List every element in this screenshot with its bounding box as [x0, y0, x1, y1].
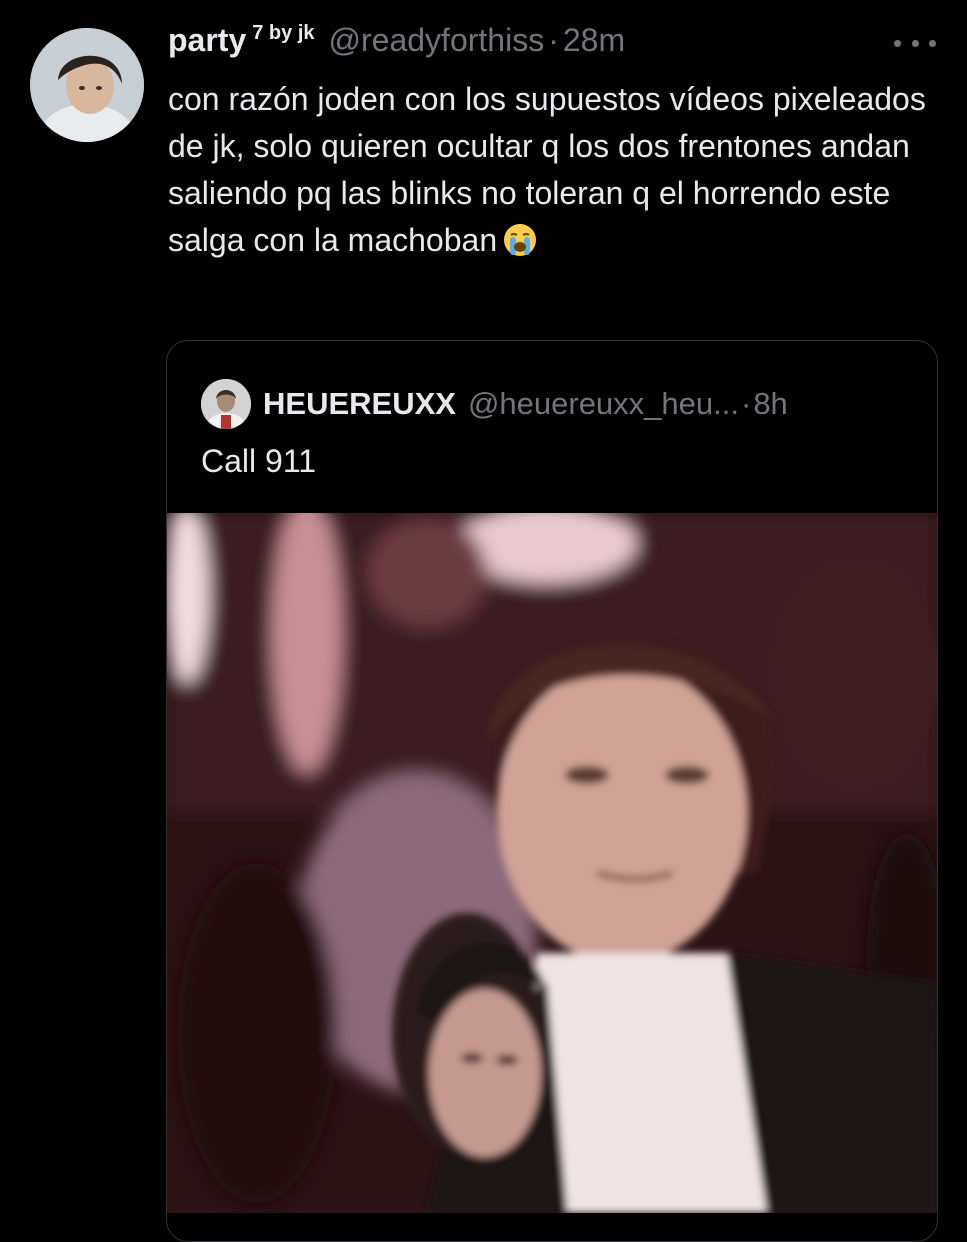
author-handle[interactable]: @readyforthiss	[329, 22, 545, 59]
quoted-tweet-header: HEUEREUXX @heuereuxx_heu... · 8h	[201, 378, 788, 430]
quoted-author-display-name[interactable]: HEUEREUXX	[263, 386, 456, 422]
author-avatar[interactable]	[30, 28, 144, 142]
quoted-tweet-text: Call 911	[201, 443, 317, 479]
more-horizontal-icon[interactable]	[894, 36, 936, 50]
tweet-body: con razón joden con los supuestos vídeos…	[168, 81, 926, 258]
author-display-name[interactable]: party	[168, 22, 246, 59]
more-dot	[894, 39, 901, 47]
tweet-header: party 7 by jk @readyforthiss · 28m	[168, 22, 938, 70]
quoted-author-handle[interactable]: @heuereuxx_heu...	[468, 386, 739, 422]
quoted-tweet-timestamp[interactable]: 8h	[753, 386, 787, 422]
loudly-crying-face-emoji	[503, 223, 537, 257]
more-dot	[911, 39, 919, 47]
more-dot	[929, 39, 936, 47]
author-name-badge: 7 by jk	[252, 22, 315, 44]
quoted-author-avatar[interactable]	[201, 379, 251, 429]
tweet-text: con razón joden con los supuestos vídeos…	[168, 76, 938, 264]
quoted-tweet-media[interactable]	[167, 513, 937, 1213]
header-separator: ·	[548, 22, 559, 58]
tweet-timestamp[interactable]: 28m	[563, 22, 625, 59]
tweet[interactable]: party 7 by jk @readyforthiss · 28m con r…	[0, 0, 967, 1242]
quoted-header-separator: ·	[740, 386, 752, 421]
quoted-tweet[interactable]: HEUEREUXX @heuereuxx_heu... · 8h Call 91…	[166, 340, 938, 1242]
